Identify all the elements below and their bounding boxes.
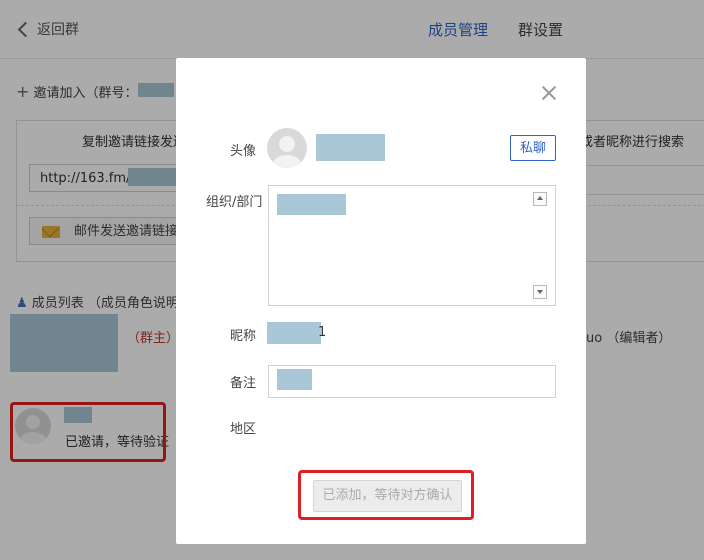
avatar-label: 头像 [230, 144, 257, 159]
close-icon[interactable] [542, 86, 556, 100]
nickname-label: 昵称 [230, 329, 257, 344]
redacted-remark [277, 369, 312, 390]
member-avatar [267, 128, 307, 168]
status-highlight-box [298, 470, 474, 520]
org-label: 组织/部门 [206, 195, 263, 210]
redacted-org [277, 194, 346, 215]
scroll-up-icon[interactable] [533, 192, 547, 206]
nickname-value: 1 [318, 325, 327, 340]
member-detail-dialog: 头像 私聊 组织/部门 昵称 1 备注 地区 已添加，等待对方确认 [176, 58, 586, 544]
region-label: 地区 [230, 422, 257, 437]
scroll-down-icon[interactable] [533, 285, 547, 299]
org-department-list[interactable] [268, 185, 556, 306]
remark-input[interactable] [268, 365, 556, 398]
redacted-member-name [316, 134, 385, 161]
private-chat-button[interactable]: 私聊 [510, 135, 556, 161]
redacted-nickname [267, 322, 321, 344]
remark-label: 备注 [230, 376, 257, 391]
